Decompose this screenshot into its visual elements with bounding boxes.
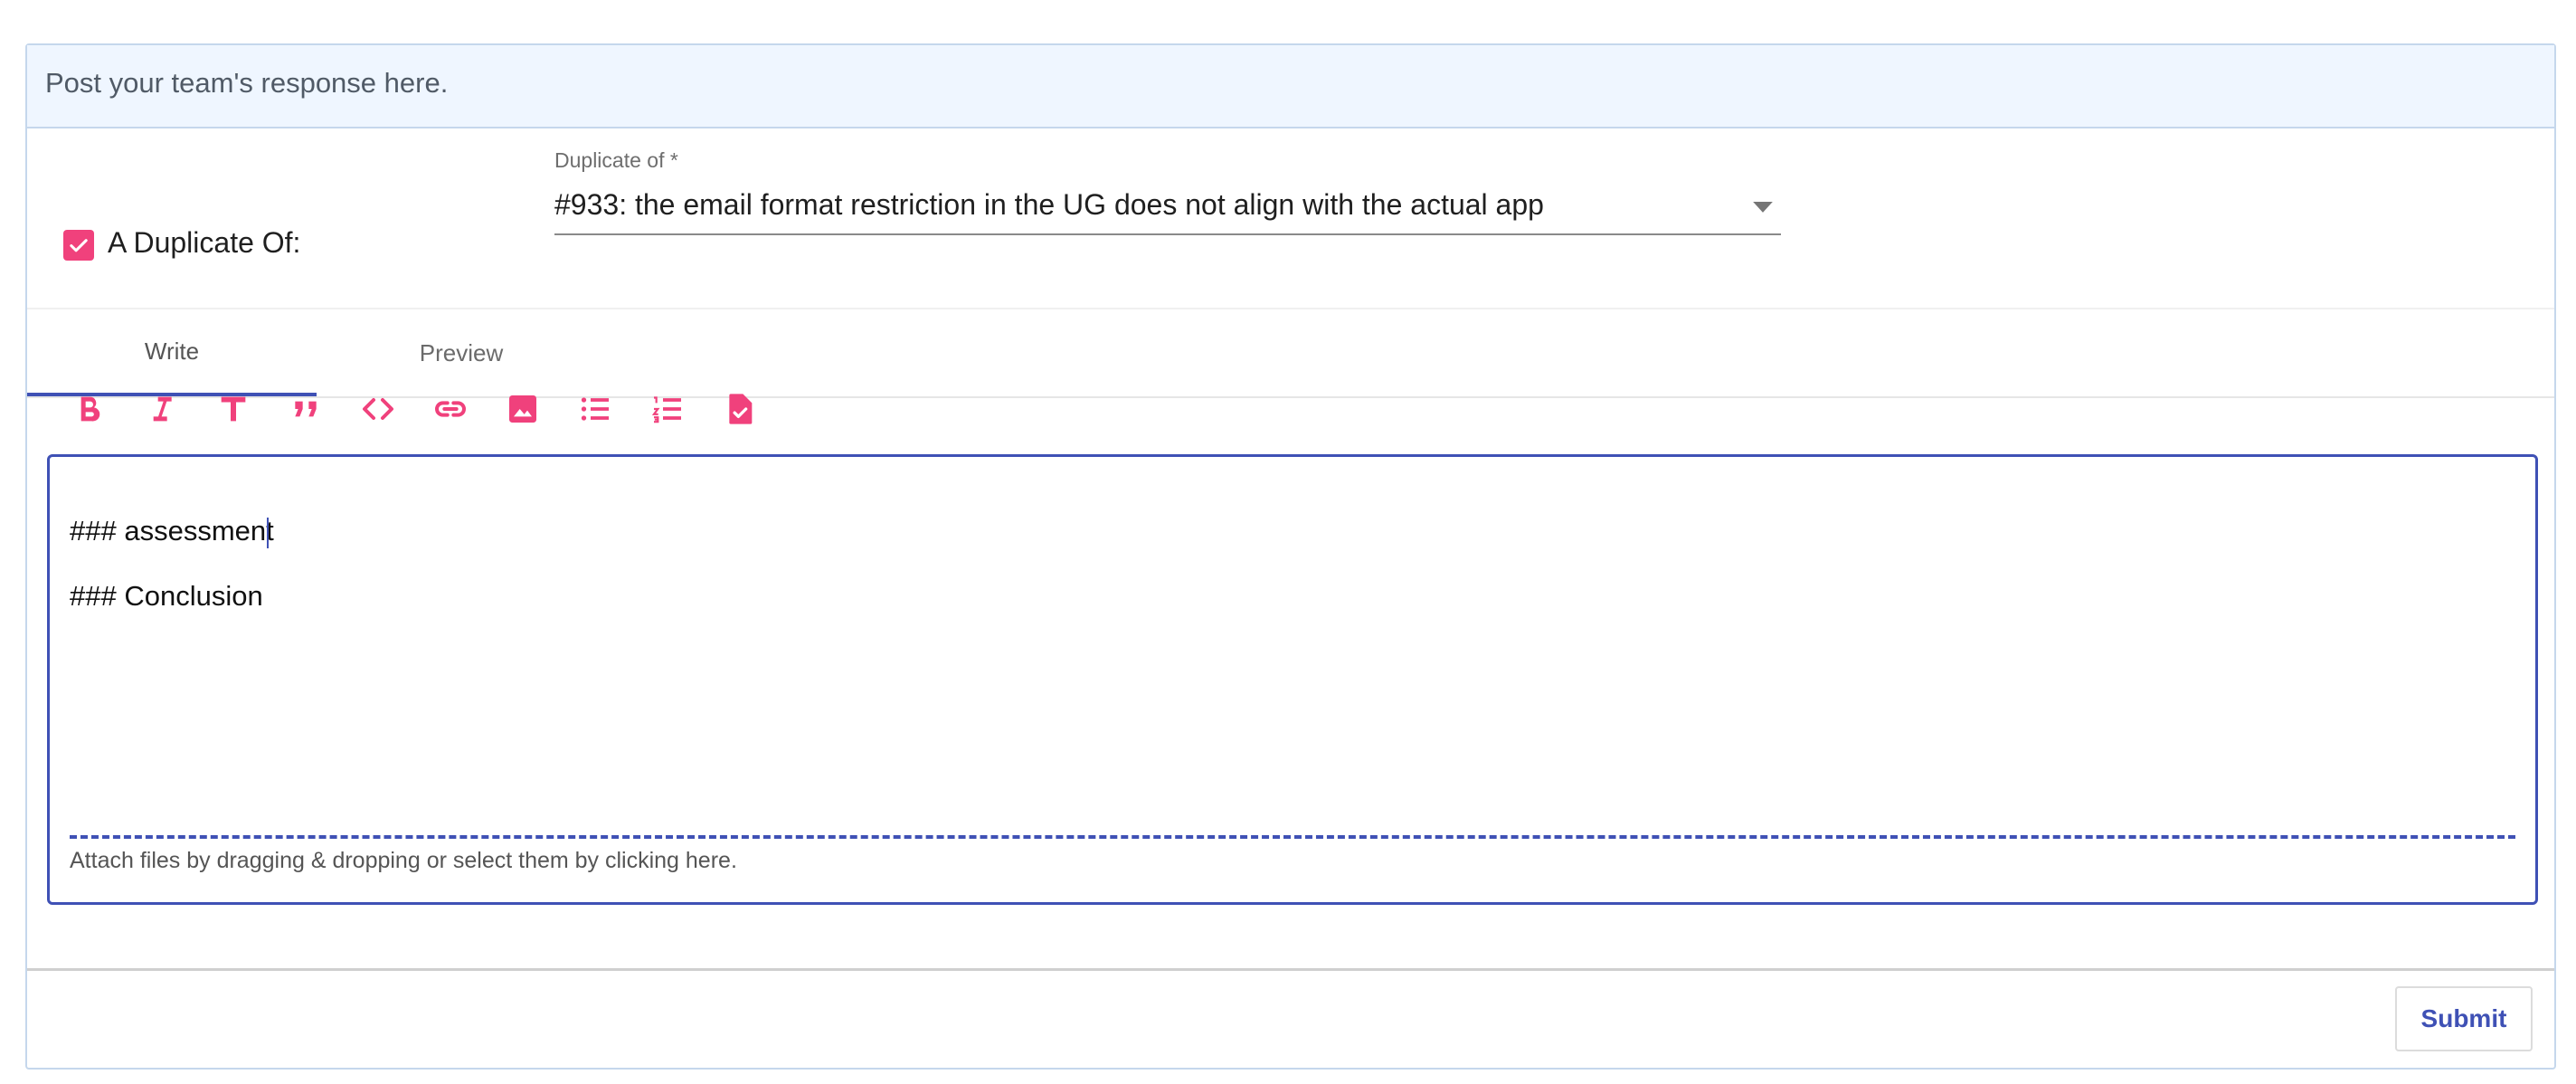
header-text: Post your team's response here. xyxy=(45,67,449,99)
select-value: #933: the email format restriction in th… xyxy=(554,188,1544,221)
bulleted-list-icon[interactable] xyxy=(570,384,620,434)
attach-files-hint[interactable]: Attach files by dragging & dropping or s… xyxy=(70,848,737,874)
code-icon[interactable] xyxy=(353,384,403,434)
submit-button[interactable]: Submit xyxy=(2395,986,2533,1051)
select-label: Duplicate of * xyxy=(554,148,678,172)
duplicate-checkbox[interactable] xyxy=(63,230,94,261)
card-header: Post your team's response here. xyxy=(27,45,2554,128)
response-card: Post your team's response here. A Duplic… xyxy=(25,43,2556,1070)
editor-tabs: Write Preview xyxy=(27,309,2554,398)
heading-icon[interactable] xyxy=(208,384,259,434)
text-caret xyxy=(266,517,269,548)
image-icon[interactable] xyxy=(497,384,548,434)
duplicate-row: A Duplicate Of: Duplicate of * #933: the… xyxy=(27,128,2554,309)
editor-line-2: ### Conclusion xyxy=(70,580,263,612)
quote-icon[interactable] xyxy=(280,384,331,434)
task-list-icon[interactable] xyxy=(715,384,765,434)
duplicate-label: A Duplicate Of: xyxy=(108,226,301,259)
editor-line-1: ### assessment xyxy=(70,515,274,547)
markdown-editor[interactable]: ### assessment ### Conclusion Attach fil… xyxy=(47,454,2538,905)
bold-icon[interactable] xyxy=(63,384,114,434)
duplicate-select[interactable]: Duplicate of * #933: the email format re… xyxy=(554,139,1781,235)
file-dropzone-divider xyxy=(70,835,2515,839)
link-icon[interactable] xyxy=(425,384,476,434)
italic-icon[interactable] xyxy=(136,384,186,434)
editor-content[interactable]: ### assessment ### Conclusion xyxy=(70,499,2515,629)
footer-divider xyxy=(27,968,2554,971)
numbered-list-icon[interactable] xyxy=(642,384,693,434)
check-icon xyxy=(70,239,88,252)
chevron-down-icon[interactable] xyxy=(1745,194,1781,221)
